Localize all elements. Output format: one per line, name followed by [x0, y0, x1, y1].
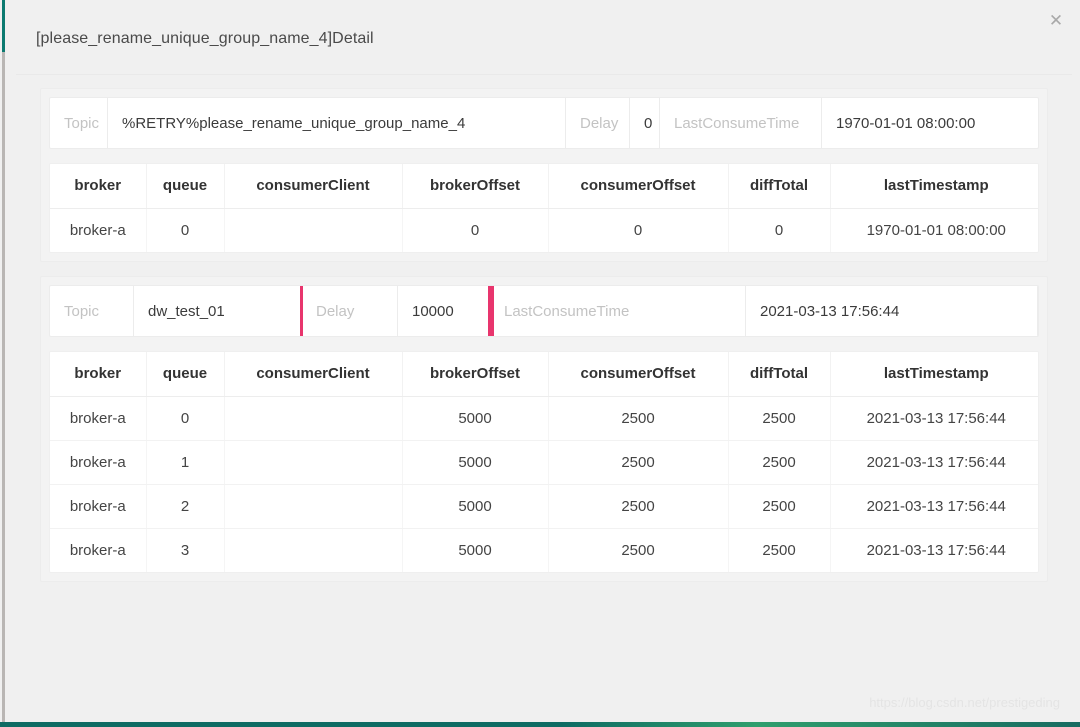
column-header-lastTimestamp: lastTimestamp	[830, 352, 1038, 397]
cell-diffTotal: 0	[728, 208, 831, 252]
column-header-lastTimestamp: lastTimestamp	[830, 164, 1038, 209]
topic-detail-section: Topic %RETRY%please_rename_unique_group_n…	[40, 88, 1048, 262]
topic-descriptions: Topic dw_test_01 Delay 10000 LastConsumeTime…	[49, 285, 1039, 337]
table-row: broker-a 3 5000 2500 2500 2021-03-13 17:56:44	[50, 528, 1038, 572]
cell-brokerOffset: 0	[402, 208, 549, 252]
table-header-row: broker queue consumerClient brokerOffset con…	[50, 352, 1038, 397]
cell-consumerOffset: 2500	[548, 528, 729, 572]
desc-label-delay: Delay	[302, 286, 398, 336]
column-header-consumerClient: consumerClient	[224, 164, 403, 209]
close-icon[interactable]: ✕	[1042, 6, 1070, 34]
desc-value-topic: dw_test_01	[134, 286, 302, 336]
topic-detail-section: Topic dw_test_01 Delay 10000 LastConsumeTime…	[40, 276, 1048, 582]
table-row: broker-a 0 5000 2500 2500 2021-03-13 17:56:44	[50, 396, 1038, 441]
column-header-brokerOffset: brokerOffset	[402, 164, 549, 209]
column-header-consumerOffset: consumerOffset	[548, 164, 729, 209]
cell-diffTotal: 2500	[728, 440, 831, 485]
cell-consumerClient	[224, 208, 403, 252]
cell-consumerOffset: 2500	[548, 484, 729, 529]
desc-value-lastconsumetime: 2021-03-13 17:56:44	[746, 286, 1038, 336]
column-header-broker: broker	[50, 352, 147, 397]
cell-consumerOffset: 0	[548, 208, 729, 252]
cell-consumerClient	[224, 440, 403, 485]
app-root: ✕ [please_rename_unique_group_name_4]Det…	[0, 0, 1080, 727]
column-header-diffTotal: diffTotal	[728, 164, 831, 209]
cell-lastTimestamp: 2021-03-13 17:56:44	[830, 396, 1038, 441]
cell-consumerOffset: 2500	[548, 440, 729, 485]
page-bottom-bar	[0, 722, 1080, 727]
page-accent-strip	[2, 0, 5, 52]
desc-label-topic: Topic	[50, 98, 108, 148]
column-header-brokerOffset: brokerOffset	[402, 352, 549, 397]
consumer-queue-table-wrapper: broker queue consumerClient brokerOffset con…	[49, 351, 1039, 573]
section-inner: Topic %RETRY%please_rename_unique_group_n…	[41, 89, 1047, 261]
desc-value-delay: 10000	[398, 286, 490, 336]
cell-queue: 2	[146, 484, 225, 529]
page-title: [please_rename_unique_group_name_4]Detai…	[36, 30, 374, 47]
cell-brokerOffset: 5000	[402, 484, 549, 529]
detail-modal: ✕ [please_rename_unique_group_name_4]Det…	[8, 0, 1080, 722]
cell-lastTimestamp: 2021-03-13 17:56:44	[830, 440, 1038, 485]
desc-label-lastconsumetime: LastConsumeTime	[490, 286, 746, 336]
cell-lastTimestamp: 2021-03-13 17:56:44	[866, 541, 1006, 559]
cell-queue: 0	[146, 396, 225, 441]
table-header-row: broker queue consumerClient brokerOffset con…	[50, 164, 1038, 209]
section-inner: Topic dw_test_01 Delay 10000 LastConsumeTime…	[41, 277, 1047, 581]
cell-consumerOffset: 2500	[548, 396, 729, 441]
cell-queue: 1	[146, 440, 225, 485]
desc-value-topic: %RETRY%please_rename_unique_group_name_4	[108, 98, 566, 148]
cell-broker: broker-a	[50, 208, 147, 252]
desc-label-delay: Delay	[566, 98, 630, 148]
table-row: broker-a 0 0 0 0 1970-01-01 08:00:00	[50, 208, 1038, 252]
cell-broker: broker-a	[50, 528, 147, 572]
consumer-queue-table: broker queue consumerClient brokerOffset con…	[50, 164, 1038, 252]
watermark: https://blog.csdn.net/prestigeding	[869, 695, 1060, 710]
desc-value-delay: 0	[630, 98, 660, 148]
table-row: broker-a 2 5000 2500 2500 2021-03-13 17:56:44	[50, 484, 1038, 529]
column-header-queue: queue	[146, 352, 225, 397]
cell-broker: broker-a	[50, 396, 147, 441]
cell-queue: 0	[146, 208, 225, 252]
desc-value-lastconsumetime: 1970-01-01 08:00:00	[836, 114, 976, 132]
cell-consumerClient	[224, 484, 403, 529]
cell-brokerOffset: 5000	[402, 528, 549, 572]
column-header-queue: queue	[146, 164, 225, 209]
page-edge-divider	[2, 52, 5, 727]
column-header-consumerOffset: consumerOffset	[548, 352, 729, 397]
cell-consumerClient	[224, 528, 403, 572]
topic-descriptions: Topic %RETRY%please_rename_unique_group_n…	[49, 97, 1039, 149]
desc-label-lastconsumetime: LastConsumeTime	[660, 98, 822, 148]
cell-brokerOffset: 5000	[402, 440, 549, 485]
cell-diffTotal: 2500	[728, 396, 831, 441]
cell-queue: 3	[146, 528, 225, 572]
table-row: broker-a 1 5000 2500 2500 2021-03-13 17:56:44	[50, 440, 1038, 485]
cell-diffTotal: 2500	[728, 484, 831, 529]
modal-body: Topic %RETRY%please_rename_unique_group_n…	[8, 75, 1080, 722]
sections-container: Topic %RETRY%please_rename_unique_group_n…	[8, 75, 1080, 582]
cell-consumerClient	[224, 396, 403, 441]
column-header-broker: broker	[50, 164, 147, 209]
cell-brokerOffset: 5000	[402, 396, 549, 441]
cell-broker: broker-a	[50, 440, 147, 485]
cell-diffTotal: 2500	[728, 528, 831, 572]
cell-broker: broker-a	[50, 484, 147, 529]
desc-label-topic: Topic	[50, 286, 134, 336]
cell-lastTimestamp: 2021-03-13 17:56:44	[830, 484, 1038, 529]
consumer-queue-table: broker queue consumerClient brokerOffset con…	[50, 352, 1038, 572]
column-header-diffTotal: diffTotal	[728, 352, 831, 397]
cell-lastTimestamp: 1970-01-01 08:00:00	[866, 221, 1006, 239]
column-header-consumerClient: consumerClient	[224, 352, 403, 397]
consumer-queue-table-wrapper: broker queue consumerClient brokerOffset con…	[49, 163, 1039, 253]
